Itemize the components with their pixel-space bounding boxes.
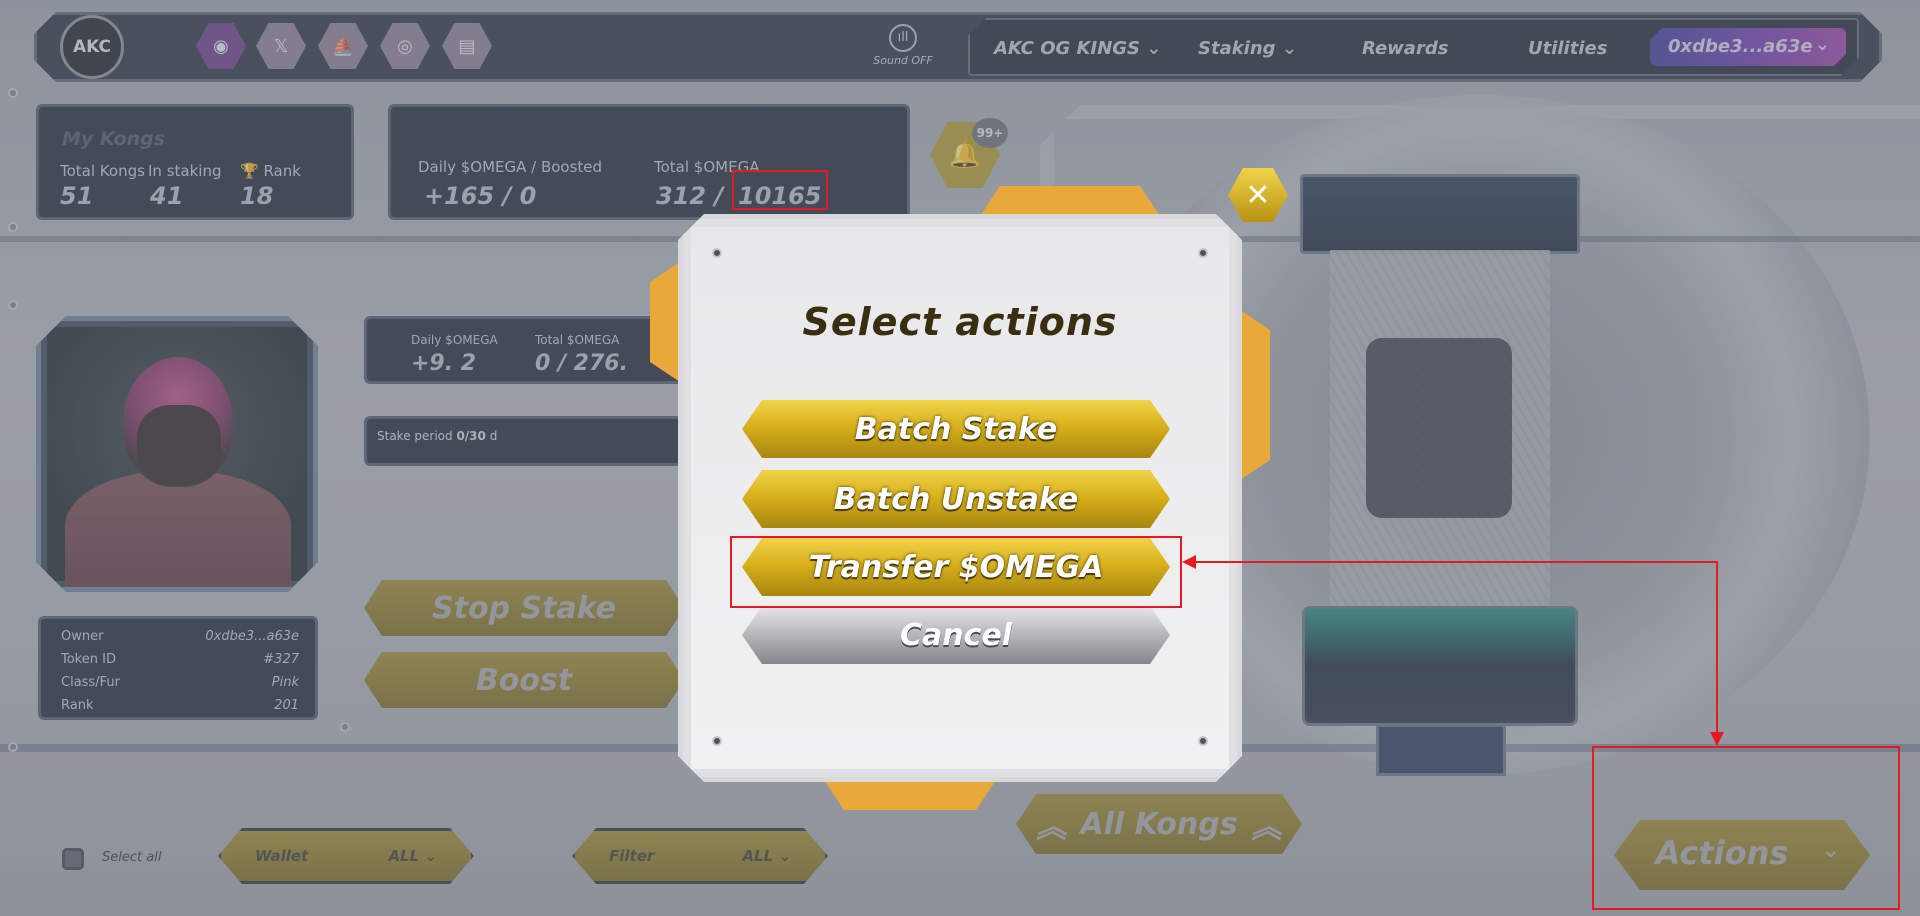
arrow-head-icon xyxy=(1182,555,1196,569)
highlight-box-actions xyxy=(1592,746,1900,910)
modal-decoration xyxy=(980,186,1160,216)
close-icon: ✕ xyxy=(1245,177,1271,213)
screw xyxy=(712,248,722,258)
modal-decoration xyxy=(650,262,680,382)
cancel-button[interactable]: Cancel xyxy=(742,606,1170,664)
screw xyxy=(1198,736,1208,746)
screw xyxy=(1198,248,1208,258)
modal-title: Select actions xyxy=(802,300,1118,344)
arrow-line xyxy=(1190,561,1718,563)
batch-unstake-button[interactable]: Batch Unstake xyxy=(742,470,1170,528)
modal-decoration xyxy=(824,780,996,810)
highlight-box-total-omega xyxy=(732,170,828,210)
highlight-box-transfer xyxy=(730,536,1182,608)
batch-stake-button[interactable]: Batch Stake xyxy=(742,400,1170,458)
arrow-line xyxy=(1716,561,1718,739)
modal-decoration xyxy=(1240,310,1270,480)
arrow-head-icon xyxy=(1710,732,1724,746)
screw xyxy=(712,736,722,746)
